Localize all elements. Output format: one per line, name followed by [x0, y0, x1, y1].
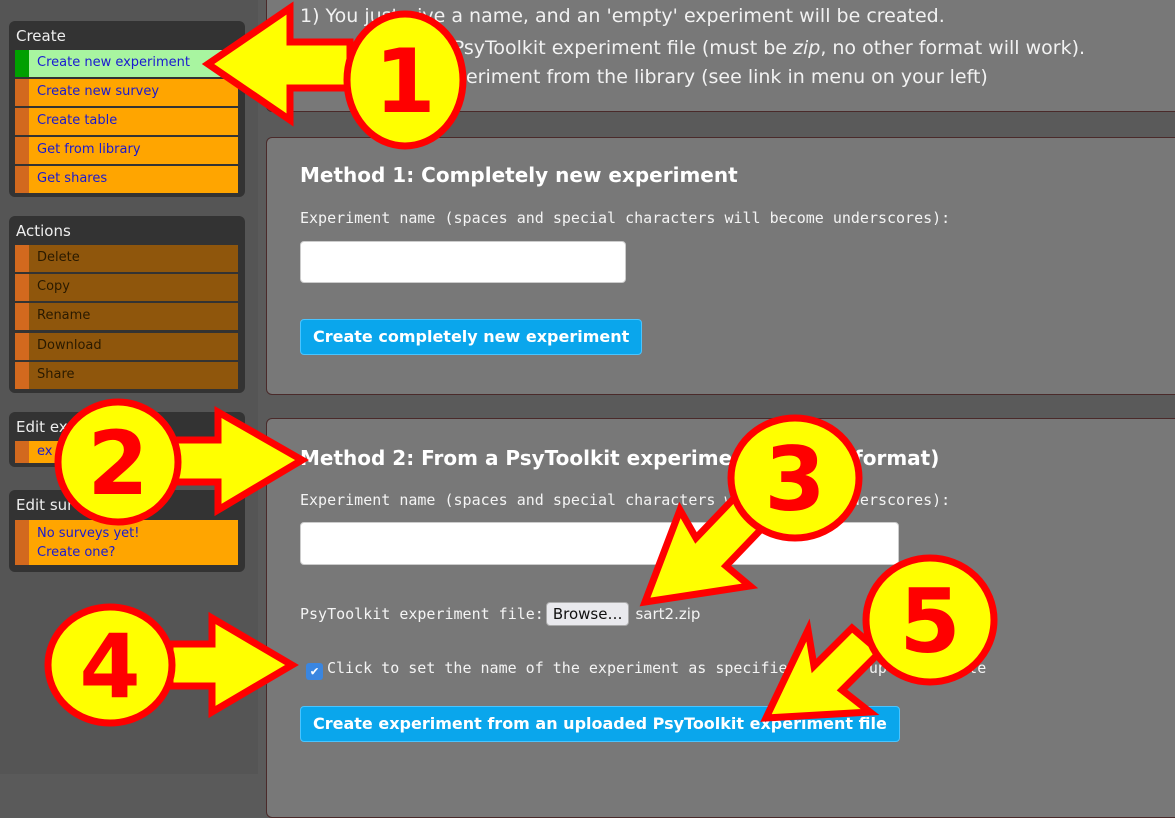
annotation-overlay: 1 2 3 4 5	[44, 1, 998, 727]
annotation-number-1: 1	[374, 30, 435, 133]
arrow-4	[166, 611, 299, 719]
arrow-2	[166, 405, 309, 517]
arrow-5	[760, 618, 886, 722]
annotation-number-5: 5	[899, 570, 960, 673]
annotation-number-4: 4	[79, 615, 140, 718]
arrow-1	[201, 1, 354, 127]
annotation-number-2: 2	[87, 412, 148, 515]
annotation-number-3: 3	[764, 428, 825, 531]
